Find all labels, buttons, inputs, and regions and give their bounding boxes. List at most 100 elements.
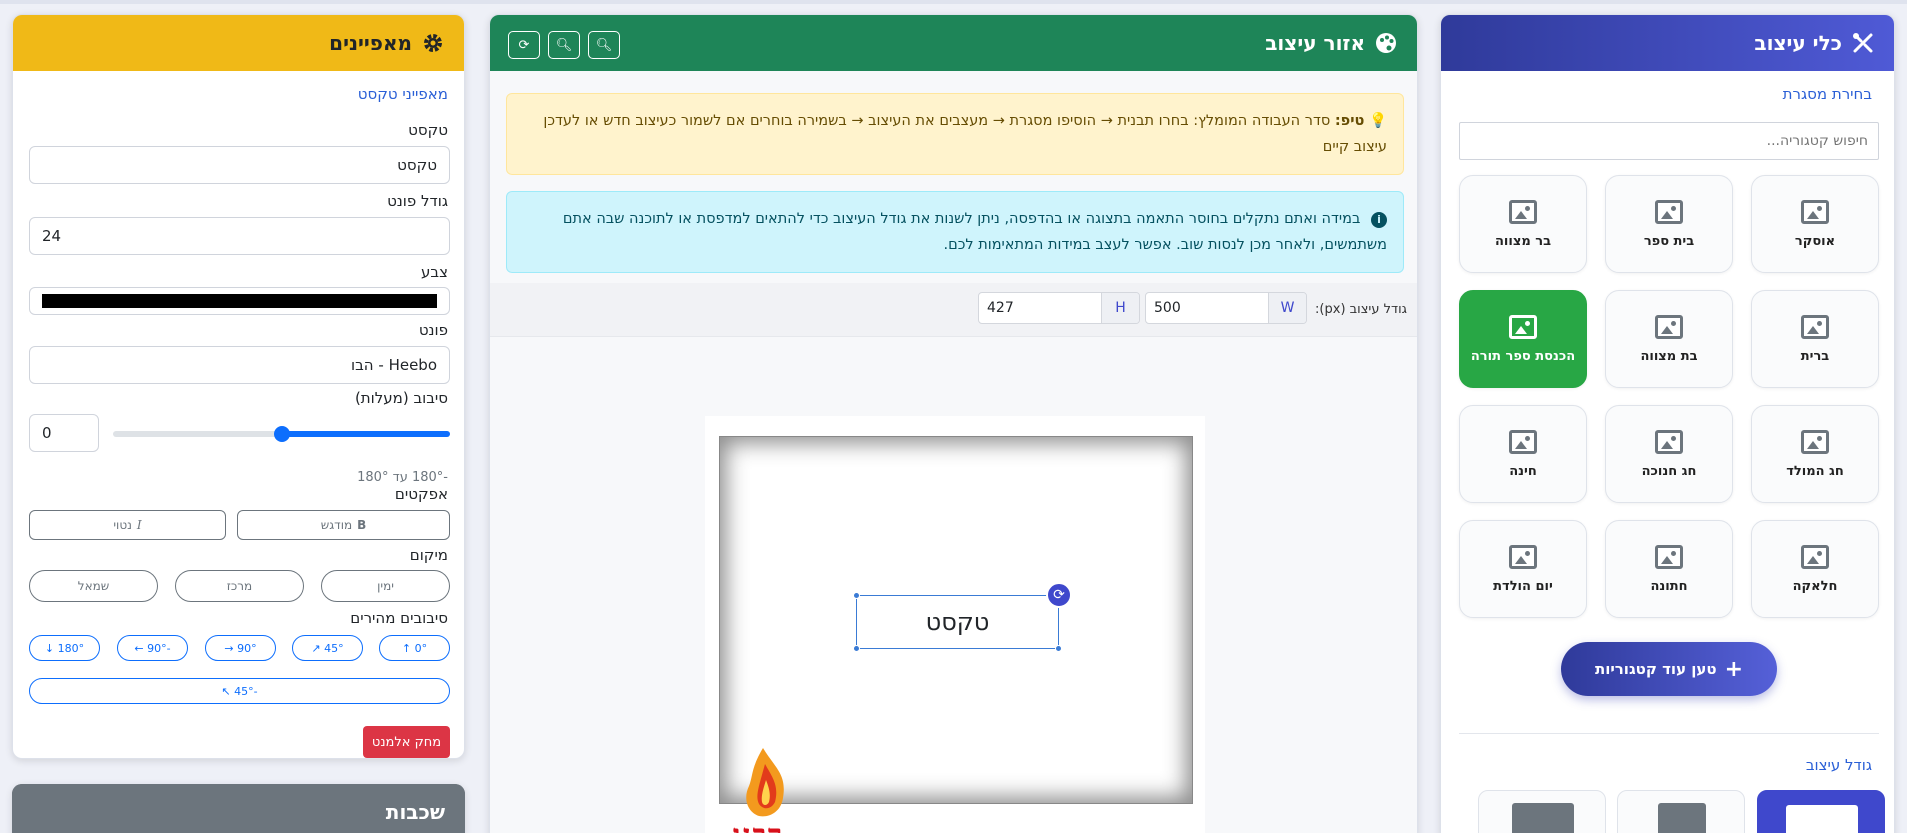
category-tile[interactable]: בת מצווה xyxy=(1605,290,1733,388)
rotation-hint: -180° עד 180° xyxy=(357,470,448,485)
properties-header: מאפיינים xyxy=(13,15,464,71)
rotation-slider-fill xyxy=(281,431,450,437)
quick-rotate-90-button[interactable]: 90° → xyxy=(205,635,276,661)
quick-rotate-0-button[interactable]: 0° ↑ xyxy=(379,635,450,661)
effects-label: אפקטים xyxy=(394,485,448,503)
info-alert: i במידה ואתם נתקלים בחוסר התאמה בתצוגה א… xyxy=(506,191,1404,273)
layers-header[interactable]: שכבות xyxy=(12,784,465,833)
text-input[interactable]: טקסט xyxy=(29,146,450,184)
category-tile[interactable]: ברית xyxy=(1751,290,1879,388)
image-icon xyxy=(1509,199,1537,224)
rotation-slider[interactable] xyxy=(113,426,450,442)
image-icon xyxy=(1801,199,1829,224)
palette-icon xyxy=(1375,32,1397,54)
category-grid: אוסקר בית ספר בר מצווה ברית בת מצווה הכנ… xyxy=(1459,175,1879,618)
delete-element-button[interactable]: מחק אלמנט xyxy=(363,726,450,758)
quick-rotate-minus90-button[interactable]: -90° ← xyxy=(117,635,188,661)
category-tile[interactable]: בר מצווה xyxy=(1459,175,1587,273)
zoom-out-button[interactable]: 🔍︎ xyxy=(548,31,580,59)
tools-header: כלי עיצוב xyxy=(1441,15,1894,71)
category-tile[interactable]: חג חנוכה xyxy=(1605,405,1733,503)
properties-title: מאפיינים xyxy=(329,31,412,55)
category-tile[interactable]: בית ספר xyxy=(1605,175,1733,273)
tools-title: כלי עיצוב xyxy=(1754,31,1842,55)
text-field-label: טקסט xyxy=(408,121,448,139)
italic-button[interactable]: I נטוי xyxy=(29,510,226,540)
category-label: חג חנוכה xyxy=(1641,463,1697,479)
image-icon xyxy=(1655,544,1683,569)
font-size-label: גודל פונט xyxy=(387,192,448,210)
size-option-selected[interactable] xyxy=(1757,790,1885,833)
layers-title: שכבות xyxy=(385,800,445,824)
color-swatch xyxy=(42,294,437,308)
image-icon xyxy=(1509,544,1537,569)
category-tile-selected[interactable]: הכנסת ספר תורה xyxy=(1459,290,1587,388)
category-tile[interactable]: חתונה xyxy=(1605,520,1733,618)
load-more-categories-button[interactable]: + טען עוד קטגוריות xyxy=(1561,642,1777,696)
image-icon xyxy=(1801,314,1829,339)
zoom-in-icon: 🔍︎ xyxy=(595,37,613,53)
size-preview xyxy=(1786,805,1858,833)
category-label: אוסקר xyxy=(1794,233,1836,249)
rotation-label: סיבוב (מעלות) xyxy=(354,389,448,407)
brand-logo-text: רבנו xyxy=(733,818,784,833)
text-element-content: טקסט xyxy=(925,608,990,636)
image-icon xyxy=(1655,199,1683,224)
align-left-button[interactable]: שמאל xyxy=(29,570,158,602)
italic-icon: I xyxy=(136,518,142,532)
resize-handle[interactable] xyxy=(853,592,860,599)
quick-rotate-minus45-button[interactable]: -45° ↖ xyxy=(29,678,450,704)
height-input[interactable]: 427 xyxy=(979,293,1101,323)
rotation-input[interactable]: 0 xyxy=(29,414,99,452)
font-select[interactable]: Heebo - הבו xyxy=(29,346,450,384)
bold-button[interactable]: B מודגש xyxy=(237,510,450,540)
load-more-label: טען עוד קטגוריות xyxy=(1594,660,1717,678)
bold-icon: B xyxy=(357,518,367,532)
width-input-group: 500 W xyxy=(1145,292,1307,324)
choose-frame-link[interactable]: בחירת מסגרת xyxy=(1783,85,1872,103)
category-label: בת מצווה xyxy=(1640,348,1698,364)
bold-label: מודגש xyxy=(320,518,353,532)
category-label: בית ספר xyxy=(1643,233,1695,249)
image-icon xyxy=(1801,429,1829,454)
category-label: בר מצווה xyxy=(1494,233,1552,249)
design-canvas[interactable]: טקסט ⟳ רבנו xyxy=(705,416,1205,833)
category-tile[interactable]: חינה xyxy=(1459,405,1587,503)
brand-logo: רבנו xyxy=(725,746,815,833)
align-right-button[interactable]: ימין xyxy=(321,570,450,602)
size-option[interactable] xyxy=(1478,790,1606,833)
text-properties-link[interactable]: מאפייני טקסט xyxy=(358,85,448,103)
refresh-button[interactable]: ⟳ xyxy=(508,31,540,59)
font-size-input[interactable]: 24 xyxy=(29,217,450,255)
quick-rotate-180-button[interactable]: 180° ↓ xyxy=(29,635,100,661)
image-icon xyxy=(1655,314,1683,339)
text-element[interactable]: טקסט ⟳ xyxy=(853,582,1072,652)
category-label: הכנסת ספר תורה xyxy=(1470,348,1576,364)
layers-panel: שכבות xyxy=(12,784,465,833)
category-search-input[interactable] xyxy=(1459,122,1879,160)
quick-rotate-45-button[interactable]: 45° ↗ xyxy=(292,635,363,661)
rotate-handle-icon[interactable]: ⟳ xyxy=(1046,582,1072,608)
category-tile[interactable]: אוסקר xyxy=(1751,175,1879,273)
quick-rotations-label: סיבובים מהירים xyxy=(350,609,448,627)
rotation-slider-thumb[interactable] xyxy=(273,426,290,442)
size-preview xyxy=(1512,803,1574,833)
resize-handle[interactable] xyxy=(853,645,860,652)
design-size-link[interactable]: גודל עיצוב xyxy=(1806,756,1872,774)
color-picker[interactable] xyxy=(29,287,450,315)
size-option[interactable] xyxy=(1617,790,1745,833)
refresh-icon: ⟳ xyxy=(518,37,530,53)
italic-label: נטוי xyxy=(113,518,132,532)
category-tile[interactable]: חג המולד xyxy=(1751,405,1879,503)
zoom-in-button[interactable]: 🔍︎ xyxy=(588,31,620,59)
category-tile[interactable]: חלאקה xyxy=(1751,520,1879,618)
resize-handle[interactable] xyxy=(1055,645,1062,652)
tip-alert: 💡 טיפ: סדר העבודה המומלץ: בחרו תבנית → ה… xyxy=(506,93,1404,175)
align-center-button[interactable]: מרכז xyxy=(175,570,304,602)
position-label: מיקום xyxy=(409,546,448,564)
design-size-bar: גודל עיצוב (px): 500 W 427 H xyxy=(490,283,1417,337)
category-tile[interactable]: יום הולדת xyxy=(1459,520,1587,618)
gear-icon xyxy=(422,32,444,54)
tip-text: סדר העבודה המומלץ: בחרו תבנית → הוסיפו מ… xyxy=(543,113,1387,155)
width-input[interactable]: 500 xyxy=(1146,293,1268,323)
